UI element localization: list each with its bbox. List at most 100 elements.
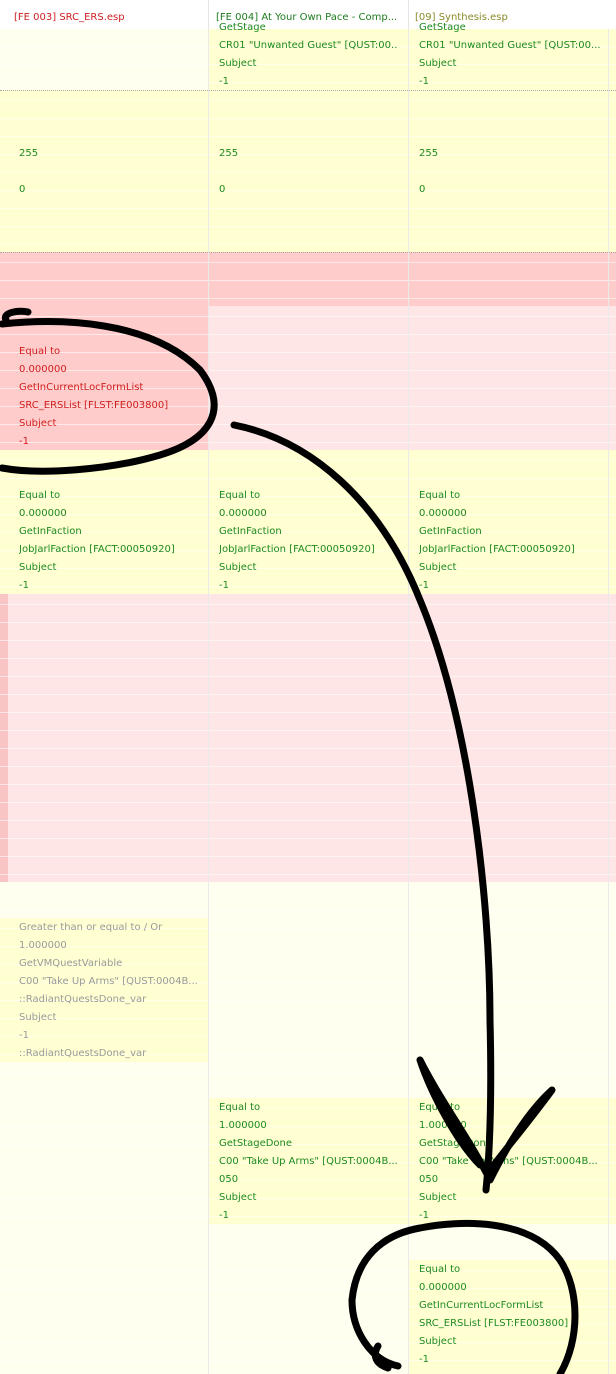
cell-text[interactable]: 0.000000	[19, 361, 205, 379]
column-header-label: [FE 003] SRC_ERS.esp	[14, 12, 125, 23]
row-separator	[0, 334, 616, 335]
grid-cell-bg	[208, 1260, 408, 1374]
row-separator	[0, 100, 616, 101]
row-separator	[0, 316, 616, 317]
grid-cell-bg	[408, 882, 616, 918]
cell-text[interactable]: -1	[219, 73, 397, 91]
grid-cell-bg	[408, 90, 616, 252]
cell-text[interactable]: -1	[19, 577, 205, 595]
grid-cell-bg	[208, 1224, 408, 1260]
cell-text[interactable]: -1	[219, 1207, 397, 1225]
group-separator	[0, 252, 616, 253]
cell-text[interactable]: 1.000000	[19, 937, 205, 955]
cell-text[interactable]: Subject	[19, 559, 205, 577]
cell-text[interactable]: SRC_ERSList [FLST:FE003800]	[19, 397, 205, 415]
row-separator	[0, 244, 616, 245]
cell-text[interactable]: GetInCurrentLocFormList	[19, 379, 205, 397]
cell-text[interactable]: 0	[419, 181, 605, 199]
cell-text[interactable]: 0	[19, 181, 205, 199]
cell-text[interactable]: Equal to	[19, 487, 205, 505]
column-separator	[608, 29, 609, 1374]
row-separator	[0, 478, 616, 479]
cell-text[interactable]: 255	[19, 145, 205, 163]
cell-text[interactable]: GetStageDone	[419, 1135, 605, 1153]
cell-text[interactable]: Greater than or equal to / Or	[19, 919, 205, 937]
cell-text[interactable]: GetInFaction	[419, 523, 605, 541]
row-separator	[0, 892, 616, 893]
cell-text[interactable]: GetInFaction	[19, 523, 205, 541]
cell-text[interactable]: Subject	[219, 55, 397, 73]
cell-text[interactable]: Equal to	[19, 343, 205, 361]
cell-text[interactable]: 0.000000	[19, 505, 205, 523]
cell-text[interactable]: Subject	[419, 559, 605, 577]
cell-text[interactable]: Equal to	[419, 1261, 605, 1279]
cell-text[interactable]: GetInFaction	[219, 523, 397, 541]
cell-text[interactable]: GetStageDone	[219, 1135, 397, 1153]
row-separator	[0, 730, 616, 731]
cell-text[interactable]: GetStage	[219, 19, 397, 37]
cell-text[interactable]: JobJarlFaction [FACT:00050920]	[219, 541, 397, 559]
cell-text[interactable]: Subject	[419, 55, 605, 73]
cell-text[interactable]: Equal to	[419, 1099, 605, 1117]
cell-text[interactable]: -1	[219, 577, 397, 595]
cell-text[interactable]: -1	[419, 1351, 605, 1369]
cell-text[interactable]: Subject	[419, 1333, 605, 1351]
cell-text[interactable]: -1	[19, 433, 205, 451]
row-separator	[0, 1252, 616, 1253]
cell-text[interactable]: C00 "Take Up Arms" [QUST:0004B...	[19, 973, 205, 991]
cell-text[interactable]: SRC_ERSList [FLST:FE003800]	[419, 1315, 605, 1333]
cell-text[interactable]: ::RadiantQuestsDone_var	[19, 991, 205, 1009]
cell-text[interactable]: Equal to	[219, 487, 397, 505]
column-header-src-ers[interactable]: [FE 003] SRC_ERS.esp	[0, 0, 208, 29]
cell-text[interactable]: CR01 "Unwanted Guest" [QUST:00...	[219, 37, 397, 55]
cell-text[interactable]: GetStage	[419, 19, 605, 37]
cell-text[interactable]: Subject	[19, 415, 205, 433]
cell-text[interactable]: JobJarlFaction [FACT:00050920]	[419, 541, 605, 559]
row-separator	[0, 766, 616, 767]
cell-text[interactable]: -1	[419, 73, 605, 91]
grid-cell-bg	[0, 882, 208, 918]
cell-text[interactable]: ::RadiantQuestsDone_var	[19, 1045, 205, 1063]
cell-text[interactable]: Equal to	[419, 487, 605, 505]
cell-text[interactable]: 1.000000	[419, 1117, 605, 1135]
grid-cell-bg	[208, 1062, 408, 1098]
cell-text[interactable]: 0.000000	[419, 505, 605, 523]
cell-text[interactable]: Equal to	[219, 1099, 397, 1117]
row-separator	[0, 226, 616, 227]
row-separator	[0, 802, 616, 803]
cell-text[interactable]: Subject	[219, 1189, 397, 1207]
row-separator	[0, 208, 616, 209]
cell-text[interactable]: Subject	[19, 1009, 205, 1027]
row-separator	[0, 748, 616, 749]
cell-text[interactable]: Subject	[219, 559, 397, 577]
cell-text[interactable]: 255	[419, 145, 605, 163]
row-separator	[0, 838, 616, 839]
cell-text[interactable]: 0	[219, 181, 397, 199]
cell-text[interactable]: GetInCurrentLocFormList	[419, 1297, 605, 1315]
cell-text[interactable]: 1.000000	[219, 1117, 397, 1135]
row-separator	[0, 118, 616, 119]
cell-text[interactable]: 255	[219, 145, 397, 163]
cell-text[interactable]: CR01 "Unwanted Guest" [QUST:00...	[419, 37, 605, 55]
grid-cell-bg	[0, 1062, 208, 1098]
row-separator	[0, 622, 616, 623]
cell-text[interactable]: -1	[419, 577, 605, 595]
cell-text[interactable]: 0.000000	[219, 505, 397, 523]
cell-text[interactable]: GetVMQuestVariable	[19, 955, 205, 973]
cell-text[interactable]: -1	[419, 1207, 605, 1225]
grid-cell-bg	[208, 882, 408, 918]
cell-text[interactable]: 0.000000	[419, 1279, 605, 1297]
cell-text[interactable]: C00 "Take Up Arms" [QUST:0004B...	[219, 1153, 397, 1171]
cell-text[interactable]: -1	[19, 1027, 205, 1045]
cell-text[interactable]: JobJarlFaction [FACT:00050920]	[19, 541, 205, 559]
grid-cell-bg	[0, 450, 208, 486]
grid-cell-bg	[0, 1098, 208, 1224]
cell-text[interactable]: C00 "Take Up Arms" [QUST:0004B...	[419, 1153, 605, 1171]
grid-cell-bg	[0, 1260, 208, 1374]
row-separator	[0, 262, 616, 263]
grid-cell-bg	[208, 918, 408, 1062]
row-separator	[0, 658, 616, 659]
cell-text[interactable]: 050	[419, 1171, 605, 1189]
cell-text[interactable]: 050	[219, 1171, 397, 1189]
cell-text[interactable]: Subject	[419, 1189, 605, 1207]
